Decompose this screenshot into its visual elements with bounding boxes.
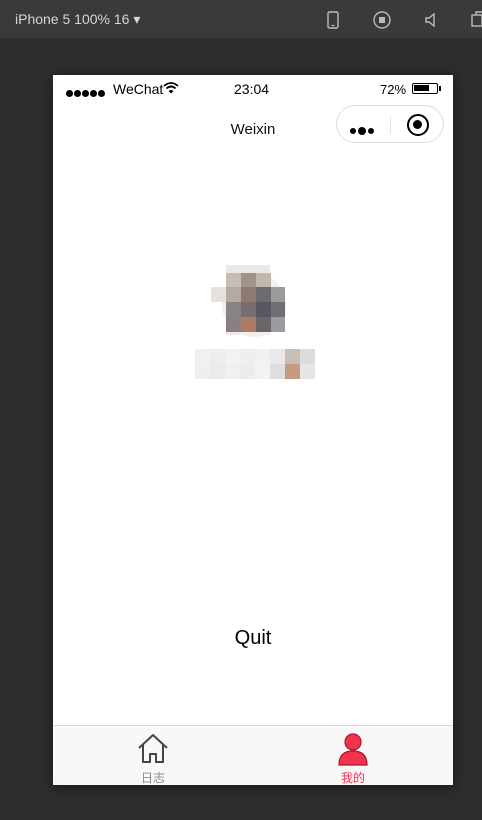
more-icon[interactable] bbox=[350, 122, 376, 140]
copy-icon[interactable] bbox=[470, 10, 482, 30]
tab-bar: 日志 我的 bbox=[53, 725, 453, 785]
signal-icon bbox=[66, 84, 106, 100]
status-bar: WeChat 23:04 72% bbox=[53, 75, 453, 103]
wifi-icon bbox=[163, 82, 179, 94]
tab-log-label: 日志 bbox=[140, 771, 165, 785]
nickname bbox=[195, 349, 315, 379]
phone-screen: WeChat 23:04 72% Weixin Quit 日志 我的 bbox=[53, 75, 453, 785]
miniprogram-capsule bbox=[336, 105, 444, 143]
user-icon bbox=[338, 733, 368, 766]
record-icon[interactable] bbox=[372, 10, 392, 30]
devtools-toolbar: iPhone 5 100% 16 ▾ bbox=[0, 0, 482, 38]
phone-icon[interactable] bbox=[323, 10, 343, 30]
status-time: 23:04 bbox=[234, 81, 270, 97]
device-selector[interactable]: iPhone 5 100% 16 ▾ bbox=[15, 11, 140, 28]
quit-button[interactable]: Quit bbox=[53, 627, 453, 650]
home-icon bbox=[138, 734, 168, 763]
carrier-label: WeChat bbox=[113, 81, 164, 97]
tab-mine-label: 我的 bbox=[340, 771, 365, 785]
avatar[interactable] bbox=[210, 265, 286, 341]
battery-icon bbox=[412, 83, 438, 94]
tab-mine[interactable]: 我的 bbox=[253, 726, 453, 785]
volume-icon[interactable] bbox=[422, 10, 442, 30]
close-miniprogram-icon[interactable] bbox=[407, 114, 429, 136]
tab-log[interactable]: 日志 bbox=[53, 726, 253, 785]
battery-percent: 72% bbox=[380, 82, 407, 97]
